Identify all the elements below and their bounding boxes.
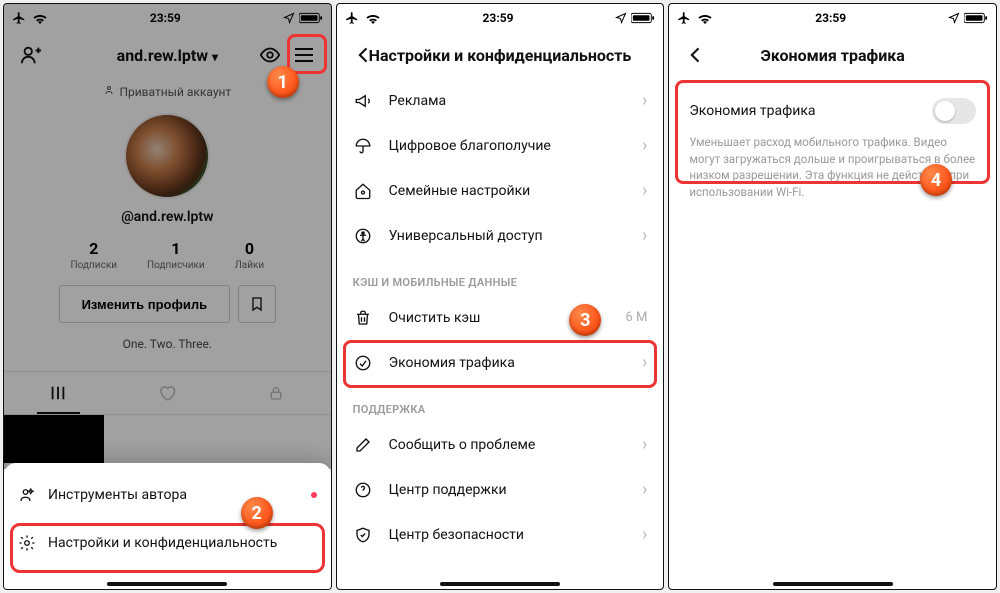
row-label: Универсальный доступ: [389, 228, 543, 244]
bookmark-button[interactable]: [238, 285, 276, 323]
stat-following[interactable]: 2 Подписки: [71, 239, 117, 271]
bio-text: One. Two. Three.: [123, 337, 212, 351]
data-saver-icon: [353, 354, 373, 372]
status-time: 23:59: [381, 11, 616, 25]
chevron-down-icon: ▾: [212, 50, 218, 64]
edit-profile-button[interactable]: Изменить профиль: [59, 285, 231, 323]
data-saver-toggle[interactable]: [932, 98, 976, 124]
trash-icon: [353, 309, 373, 327]
battery-icon: [964, 12, 988, 24]
status-bar: 23:59: [337, 4, 664, 32]
sheet-item-label: Инструменты автора: [48, 487, 187, 503]
row-label: Экономия трафика: [389, 355, 515, 371]
chevron-right-icon: ›: [642, 352, 647, 373]
chevron-right-icon: ›: [642, 135, 647, 156]
umbrella-icon: [353, 137, 373, 155]
home-indicator: [773, 582, 893, 586]
row-help-center[interactable]: Центр поддержки ›: [337, 467, 664, 512]
edit-icon: [353, 436, 373, 454]
handle-label: @and.rew.lptw: [121, 209, 213, 225]
status-time: 23:59: [713, 11, 948, 25]
home-indicator: [107, 582, 227, 586]
chevron-right-icon: ›: [642, 479, 647, 500]
row-safety-center[interactable]: Центр безопасности ›: [337, 512, 664, 557]
accessibility-icon: [353, 227, 373, 245]
thumbnail[interactable]: [4, 415, 104, 463]
row-label: Центр поддержки: [389, 482, 507, 498]
private-label: Приватный аккаунт: [119, 85, 231, 99]
data-saver-topbar: Экономия трафика: [669, 32, 996, 78]
status-bar: 23:59: [669, 4, 996, 32]
chevron-right-icon: ›: [642, 225, 647, 246]
row-label: Очистить кэш: [389, 310, 481, 326]
status-bar: 23:59: [4, 4, 331, 32]
profile-topbar: and.rew.lptw ▾: [4, 32, 331, 78]
chevron-right-icon: ›: [642, 524, 647, 545]
section-header-support: ПОДДЕРЖКА: [337, 385, 664, 422]
username-label: and.rew.lptw: [117, 46, 208, 65]
row-ads[interactable]: Реклама ›: [337, 78, 664, 123]
notification-dot: [311, 492, 317, 498]
screen-profile: 23:59 and.rew.lptw ▾ Приватный аккаунт: [3, 3, 332, 590]
megaphone-icon: [353, 92, 373, 110]
battery-icon: [299, 12, 323, 24]
chevron-right-icon: ›: [642, 180, 647, 201]
row-label: Семейные настройки: [389, 183, 531, 199]
page-title: Настройки и конфиденциальность: [337, 46, 664, 65]
help-icon: [353, 481, 373, 499]
avatar[interactable]: [124, 113, 210, 199]
battery-icon: [631, 12, 655, 24]
row-digital-wellbeing[interactable]: Цифровое благополучие ›: [337, 123, 664, 168]
lock-person-icon: [103, 84, 115, 99]
location-icon: [948, 12, 960, 24]
tab-liked[interactable]: [113, 372, 222, 414]
sheet-item-label: Настройки и конфиденциальность: [48, 535, 277, 551]
page-title: Экономия трафика: [669, 46, 996, 65]
location-icon: [283, 12, 295, 24]
tab-posts[interactable]: [4, 372, 113, 414]
data-saver-card: Экономия трафика Уменьшает расход мобиль…: [679, 86, 986, 215]
stat-likes[interactable]: 0 Лайки: [235, 239, 264, 271]
status-time: 23:59: [48, 11, 283, 25]
data-saver-description: Уменьшает расход мобильного трафика. Вид…: [689, 134, 976, 201]
section-header-cache: КЭШ И МОБИЛЬНЫЕ ДАННЫЕ: [337, 258, 664, 295]
screen-data-saver: 23:59 Экономия трафика Экономия трафика …: [668, 3, 997, 590]
airplane-icon: [12, 11, 26, 25]
shield-icon: [353, 526, 373, 544]
wifi-icon: [365, 12, 381, 24]
airplane-icon: [677, 11, 691, 25]
private-account-row: Приватный аккаунт: [103, 84, 231, 99]
home-indicator: [440, 582, 560, 586]
row-data-saver[interactable]: Экономия трафика ›: [337, 340, 664, 385]
settings-topbar: Настройки и конфиденциальность: [337, 32, 664, 78]
wifi-icon: [32, 12, 48, 24]
row-label: Реклама: [389, 93, 446, 109]
row-value: 6 M: [625, 310, 647, 325]
row-label: Центр безопасности: [389, 527, 524, 543]
toggle-label: Экономия трафика: [689, 103, 815, 119]
row-accessibility[interactable]: Универсальный доступ ›: [337, 213, 664, 258]
row-report-problem[interactable]: Сообщить о проблеме ›: [337, 422, 664, 467]
row-label: Сообщить о проблеме: [389, 437, 536, 453]
stat-followers[interactable]: 1 Подписчики: [147, 239, 205, 271]
row-family[interactable]: Семейные настройки ›: [337, 168, 664, 213]
airplane-icon: [345, 11, 359, 25]
sheet-settings-privacy[interactable]: Настройки и конфиденциальность: [4, 519, 331, 567]
row-clear-cache[interactable]: Очистить кэш 6 M: [337, 295, 664, 340]
home-icon: [353, 182, 373, 200]
row-label: Цифровое благополучие: [389, 138, 551, 154]
chevron-right-icon: ›: [642, 434, 647, 455]
username-dropdown[interactable]: and.rew.lptw ▾: [4, 46, 331, 65]
chevron-right-icon: ›: [642, 90, 647, 111]
bottom-sheet: Инструменты автора Настройки и конфиденц…: [4, 463, 331, 589]
wifi-icon: [697, 12, 713, 24]
content-tabs: [4, 371, 331, 415]
sheet-creator-tools[interactable]: Инструменты автора: [4, 471, 331, 519]
location-icon: [615, 12, 627, 24]
screen-settings: 23:59 Настройки и конфиденциальность Рек…: [336, 3, 665, 590]
tab-private[interactable]: [222, 372, 331, 414]
